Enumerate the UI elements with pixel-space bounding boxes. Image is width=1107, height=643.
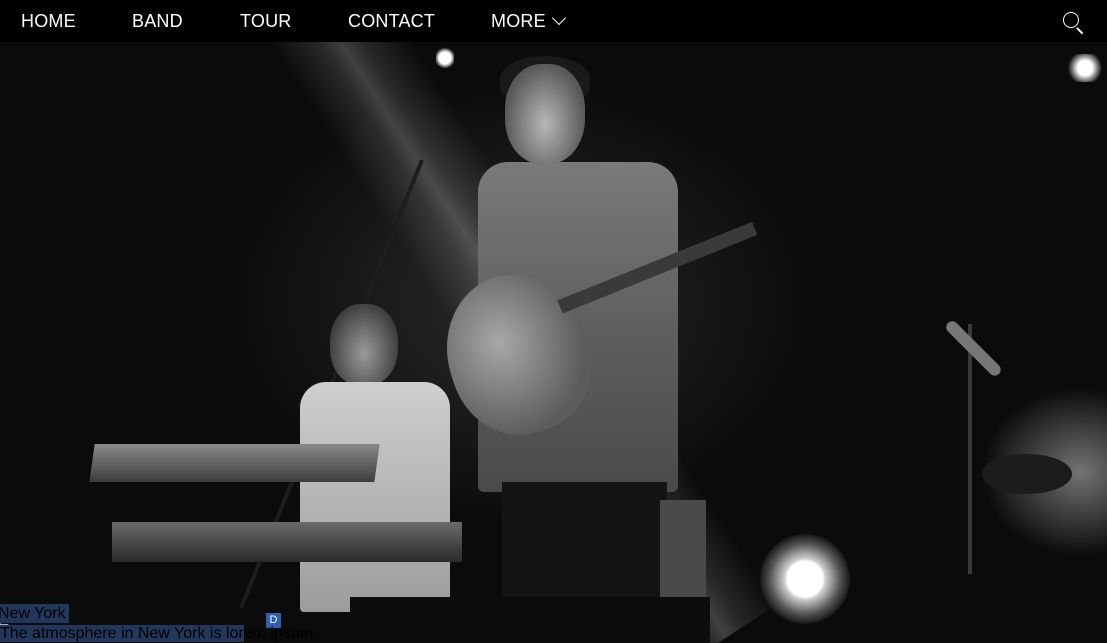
keyboard-upper — [89, 444, 380, 482]
search-icon[interactable] — [1060, 9, 1086, 35]
microphone — [943, 318, 1004, 379]
hero-image: D — [0, 42, 1107, 643]
keyboardist-head — [330, 304, 398, 386]
caption-text: The atmosphere in New York is lorem ipsu… — [0, 624, 317, 643]
caption-text-rest: em ipsum. — [243, 625, 318, 642]
keyboardist-figure — [300, 382, 450, 612]
cymbal — [982, 454, 1072, 494]
stage-monitor — [350, 597, 710, 643]
caption-city: New York — [0, 604, 69, 623]
nav-contact-link[interactable]: CONTACT — [348, 0, 435, 42]
top-navigation-bar: HOME BAND TOUR CONTACT MORE — [0, 0, 1107, 42]
nav-band-link[interactable]: BAND — [132, 0, 183, 42]
hero-caption: New York The atmosphere in New York is l… — [0, 604, 317, 643]
nav-tour-link[interactable]: TOUR — [240, 0, 291, 42]
keyboard-lower — [112, 522, 462, 562]
stage-light — [436, 46, 454, 70]
spotlight — [760, 534, 850, 624]
singer-head — [505, 64, 585, 164]
mic-stand-right — [968, 324, 972, 574]
nav-home-link[interactable]: HOME — [21, 0, 76, 42]
stage-light — [1065, 54, 1105, 82]
chevron-down-icon — [551, 10, 566, 26]
amplifier — [660, 500, 706, 600]
nav-more-dropdown[interactable]: MORE — [491, 0, 566, 42]
caption-text-selected: The atmosphere in New York is lor — [0, 625, 244, 642]
